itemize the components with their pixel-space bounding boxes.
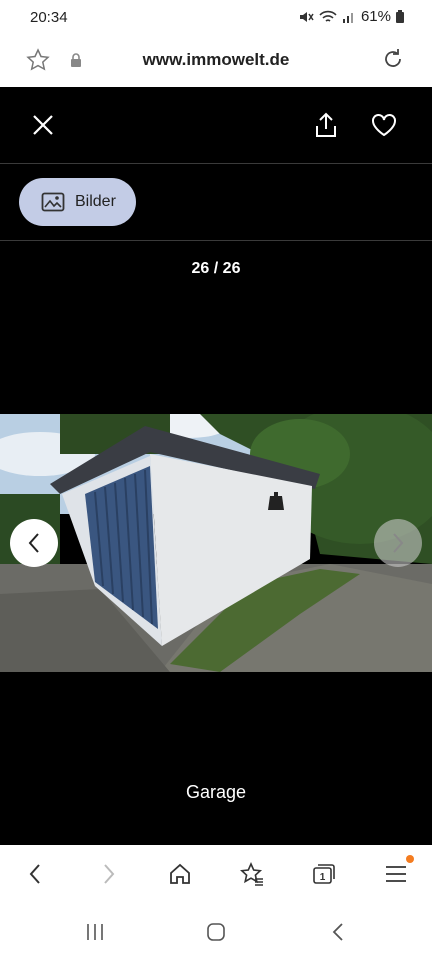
image-counter: 26 / 26 — [191, 260, 241, 277]
home-icon[interactable] — [165, 859, 195, 889]
menu-icon[interactable] — [381, 859, 411, 889]
chevron-left-icon — [28, 533, 39, 553]
garage-photo — [0, 414, 432, 672]
gallery-photo[interactable] — [0, 414, 432, 672]
images-filter-chip[interactable]: Bilder — [19, 178, 136, 226]
share-icon[interactable] — [310, 109, 342, 141]
back-nav-icon[interactable] — [323, 919, 353, 945]
bookmarks-icon[interactable] — [237, 859, 267, 889]
reload-icon[interactable] — [378, 44, 408, 74]
status-icons: 61% — [298, 8, 404, 25]
battery-percent: 61% — [360, 8, 391, 25]
tab-count: 1 — [320, 872, 326, 883]
previous-image-button[interactable] — [10, 519, 58, 567]
signal-icon — [342, 12, 353, 23]
heart-icon[interactable] — [368, 109, 400, 141]
recent-apps-icon[interactable] — [80, 919, 110, 945]
forward-icon[interactable] — [94, 859, 124, 889]
browser-url-bar: www.immowelt.de — [0, 34, 432, 87]
clock: 20:34 — [30, 9, 68, 26]
battery-icon — [396, 10, 404, 23]
image-caption: Garage — [185, 782, 247, 802]
browser-toolbar: 1 — [0, 845, 432, 903]
back-icon[interactable] — [20, 859, 50, 889]
system-navigation-bar — [0, 903, 432, 960]
images-filter-label: Bilder — [75, 193, 116, 210]
home-nav-icon[interactable] — [201, 919, 231, 945]
notification-dot — [406, 855, 414, 863]
url-text[interactable]: www.immowelt.de — [0, 50, 432, 70]
filter-bar: Bilder — [0, 164, 432, 241]
wifi-icon — [319, 10, 337, 22]
image-icon — [41, 192, 65, 212]
tabs-icon[interactable]: 1 — [309, 859, 339, 889]
gallery-header — [0, 87, 432, 164]
status-bar: 20:34 61% — [0, 0, 432, 34]
next-image-button[interactable] — [374, 519, 422, 567]
mute-icon — [299, 11, 314, 22]
chevron-right-icon — [393, 533, 404, 553]
close-icon[interactable] — [28, 110, 58, 140]
